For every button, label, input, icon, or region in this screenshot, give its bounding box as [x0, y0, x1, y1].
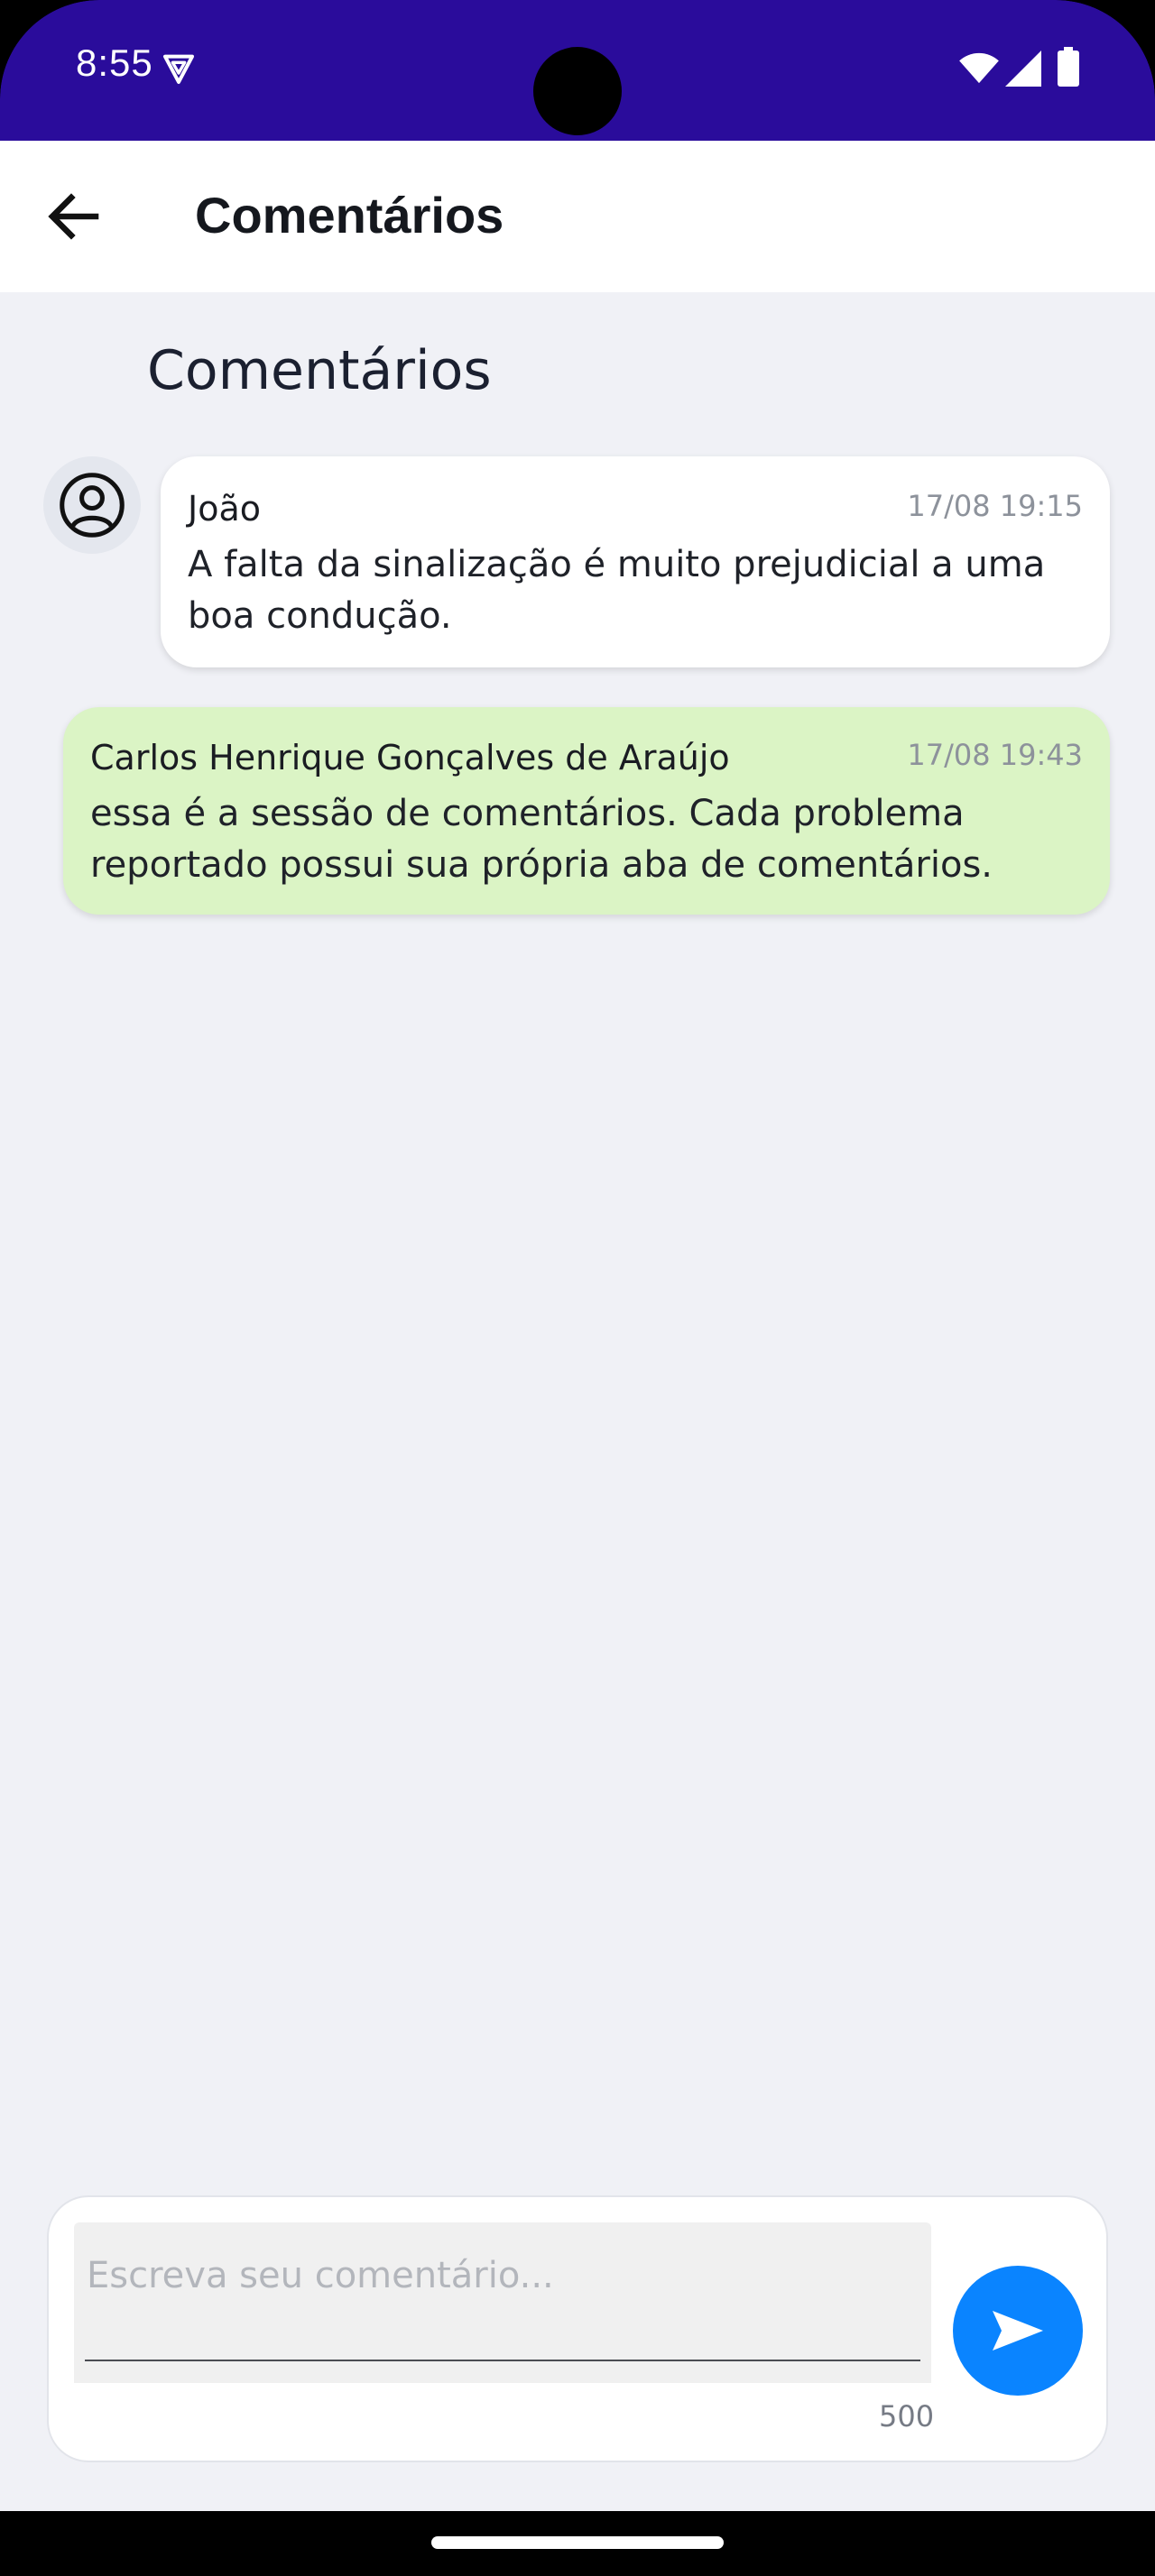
app-bar-title: Comentários [195, 187, 504, 244]
user-icon [60, 473, 125, 538]
char-counter: 500 [879, 2399, 935, 2433]
status-bar: 8:55 [0, 0, 1155, 141]
signal-icon [1005, 51, 1041, 87]
comment-author: João [188, 489, 261, 529]
send-icon [993, 2311, 1043, 2351]
comment-timestamp: 17/08 19:43 [907, 738, 1083, 772]
phone-screen: 8:55 Comentários Comentários João 17/08 … [0, 0, 1155, 2576]
input-underline [85, 2360, 920, 2361]
wifi-icon [959, 52, 999, 84]
status-time: 8:55 [76, 41, 153, 84]
comment-text: essa é a sessão de comentários. Cada pro… [90, 793, 993, 886]
comment-author: Carlos Henrique Gonçalves de Araújo [90, 738, 730, 777]
send-button[interactable] [953, 2266, 1083, 2396]
vpn-icon [163, 54, 194, 84]
comment-input-container[interactable] [74, 2222, 931, 2383]
comment-bubble: João 17/08 19:15 A falta da sinalização … [161, 456, 1110, 667]
comment-text: A falta da sinalização é muito prejudici… [188, 544, 1046, 637]
arrow-left-icon[interactable] [42, 184, 106, 249]
own-comment-bubble: Carlos Henrique Gonçalves de Araújo 17/0… [63, 707, 1110, 915]
battery-icon [1058, 47, 1079, 87]
avatar [43, 456, 141, 554]
section-title: Comentários [147, 339, 492, 402]
camera-cutout [533, 47, 622, 135]
app-bar: Comentários [0, 141, 1155, 292]
comment-timestamp: 17/08 19:15 [907, 489, 1083, 523]
comment-input[interactable] [85, 2222, 919, 2329]
comments-page: Comentários João 17/08 19:15 A falta da … [0, 292, 1155, 2511]
home-indicator[interactable] [431, 2536, 724, 2549]
comment-composer: 500 [47, 2195, 1108, 2462]
